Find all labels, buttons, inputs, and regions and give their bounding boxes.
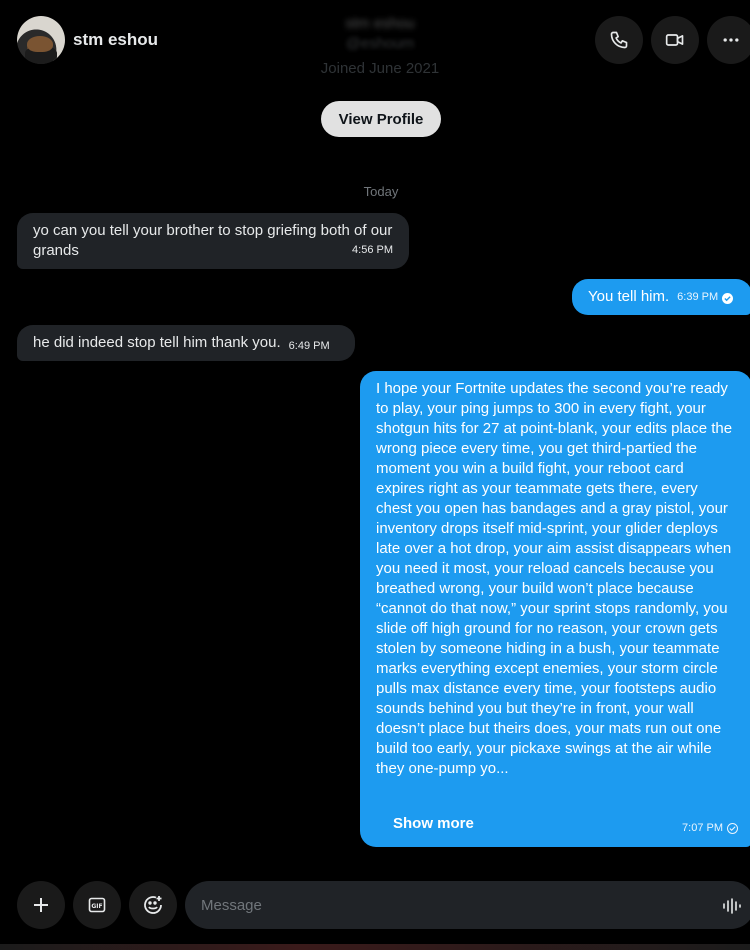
message-bubble-outgoing[interactable]: I hope your Fortnite updates the second … [360,371,750,847]
message-composer: GIF [0,876,750,950]
svg-text:GIF: GIF [91,903,102,910]
message-time: 6:39 PM [677,291,719,303]
blurred-handle: @eshoum [345,35,415,52]
message-input[interactable] [201,881,701,929]
emoji-button[interactable] [129,881,177,929]
message-bubble-incoming[interactable]: he did indeed stop tell him thank you. 6… [17,325,355,361]
show-more-link[interactable]: Show more [393,814,474,834]
message-text: yo can you tell your brother to stop gri… [33,222,393,259]
read-receipt-icon [722,292,734,304]
message-text: I hope your Fortnite updates the second … [376,380,733,777]
call-button[interactable] [595,16,643,64]
message-input-container [185,881,750,929]
gif-button[interactable]: GIF [73,881,121,929]
plus-icon [34,898,48,912]
joined-date: Joined June 2021 [320,60,440,77]
gif-icon: GIF [88,897,106,913]
add-attachment-button[interactable] [17,881,65,929]
conversation-header: stm eshou stm eshou @eshoum Joined June … [0,0,750,80]
message-bubble-incoming[interactable]: yo can you tell your brother to stop gri… [17,213,409,269]
sent-status-icon [727,822,738,834]
message-time: 7:07 PM [682,822,723,834]
more-icon [723,38,739,42]
emoji-icon [144,896,162,914]
video-icon [665,34,684,46]
view-profile-button[interactable]: View Profile [321,101,441,137]
more-options-button[interactable] [707,16,750,64]
blurred-display-name: stm eshou [345,15,415,32]
taskbar-strip [0,944,750,950]
message-text: You tell him. [588,288,670,305]
video-call-button[interactable] [651,16,699,64]
message-text: he did indeed stop tell him thank you. [33,334,281,351]
message-time-row: 7:07 PM [682,818,738,838]
avatar[interactable] [17,16,65,64]
message-time: 4:56 PM [352,244,393,256]
conversation-username[interactable]: stm eshou [73,30,158,50]
message-time: 6:49 PM [288,340,330,352]
message-bubble-outgoing[interactable]: You tell him. 6:39 PM [572,279,750,315]
date-separator: Today [363,184,399,199]
phone-icon [610,31,628,49]
voice-icon[interactable] [722,897,742,915]
profile-summary: stm eshou @eshoum Joined June 2021 [280,14,480,80]
